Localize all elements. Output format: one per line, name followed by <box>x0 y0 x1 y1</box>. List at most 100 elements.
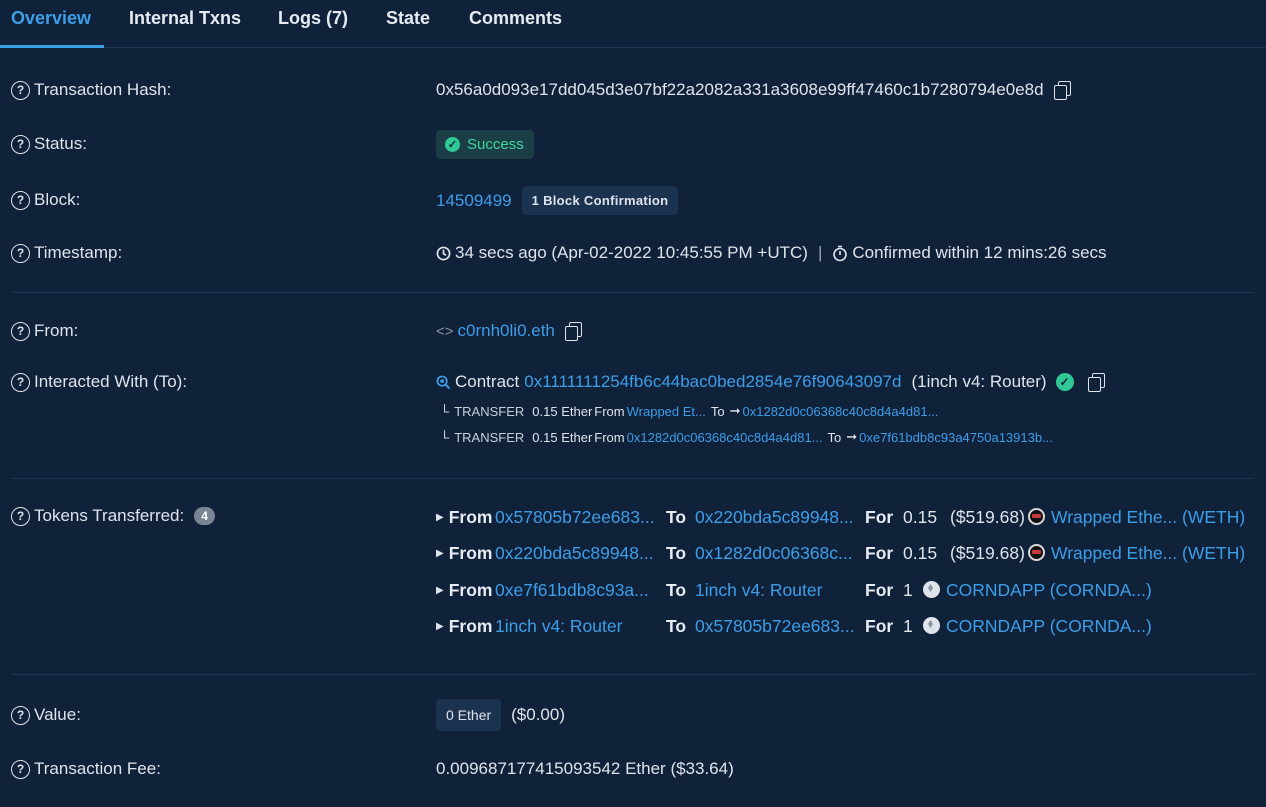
token-to-link[interactable]: 1inch v4: Router <box>695 578 822 602</box>
tab-state[interactable]: State <box>386 8 430 29</box>
timestamp-label: ? Timestamp: <box>11 243 122 263</box>
block-number-link[interactable]: 14509499 <box>436 191 512 211</box>
fee-value: 0.009687177415093542 Ether ($33.64) <box>436 759 734 778</box>
token-amount: 0.15 <box>903 543 938 563</box>
help-icon[interactable]: ? <box>11 134 30 154</box>
fee-value-row: 0.009687177415093542 Ether ($33.64) <box>436 759 734 779</box>
tree-branch-icon: └ <box>440 429 450 445</box>
stopwatch-icon <box>833 245 848 261</box>
status-text: Success <box>467 136 524 153</box>
copy-icon[interactable] <box>1053 81 1071 100</box>
section-divider <box>12 292 1254 293</box>
token-from-link[interactable]: 0x57805b72ee683... <box>495 505 655 529</box>
transfer-from-link[interactable]: 0x1282d0c06368c40c8d4a4d81... <box>627 430 823 445</box>
block-label: ? Block: <box>11 190 80 210</box>
search-contract-icon <box>436 375 451 389</box>
block-value-row: 14509499 1 Block Confirmation <box>436 186 679 215</box>
status-badge: ✓ Success <box>436 130 534 159</box>
caret-right-icon[interactable]: ▶ <box>436 548 444 559</box>
block-confirmation-badge: 1 Block Confirmation <box>521 186 679 215</box>
transfer-from-link[interactable]: Wrapped Et... <box>627 404 706 419</box>
token-usd-value: ($519.68) <box>950 507 1025 527</box>
for-word: For <box>865 507 894 527</box>
from-word: From <box>448 579 493 600</box>
tx-hash-value: 0x56a0d093e17dd045d3e07bf22a2082a331a360… <box>436 80 1044 99</box>
transfer-to-word: To <box>827 429 842 445</box>
token-usd-value: ($519.68) <box>950 543 1025 563</box>
tab-internal-txns[interactable]: Internal Txns <box>129 8 241 29</box>
internal-transfer-2: └ TRANSFER 0.15 Ether From 0x1282d0c0636… <box>440 429 1053 445</box>
help-icon[interactable]: ? <box>11 759 30 779</box>
token-from-link[interactable]: 1inch v4: Router <box>495 614 622 638</box>
to-word: To <box>666 580 687 600</box>
to-word: To <box>666 507 687 527</box>
from-label-text: From: <box>34 321 79 340</box>
token-from-link[interactable]: 0xe7f61bdb8c93a... <box>495 578 649 602</box>
verified-check-icon: ✓ <box>1055 373 1074 391</box>
token-to-link[interactable]: 0x220bda5c89948... <box>695 505 854 529</box>
token-from-link[interactable]: 0x220bda5c89948... <box>495 541 654 565</box>
token-logo-icon <box>923 617 940 634</box>
timestamp-separator: | <box>817 243 823 262</box>
weth-token-icon <box>1028 508 1045 525</box>
token-logo-icon <box>923 581 940 598</box>
help-icon[interactable]: ? <box>11 243 30 263</box>
token-transfer-row: ▶ From 0x220bda5c89948... To 0x1282d0c06… <box>436 541 1256 565</box>
transfer-to-link[interactable]: 0xe7f61bdb8c93a4750a13913b... <box>859 430 1053 445</box>
tree-branch-icon: └ <box>440 403 450 419</box>
arrow-right-icon: ➞ <box>729 403 741 418</box>
value-label-text: Value: <box>34 705 81 724</box>
token-name-link[interactable]: Wrapped Ethe... (WETH) <box>1051 543 1245 563</box>
tokens-label: ? Tokens Transferred: 4 <box>11 506 215 526</box>
transfer-to-link[interactable]: 0x1282d0c06368c40c8d4a4d81... <box>743 404 939 419</box>
tx-hash-label: ? Transaction Hash: <box>11 80 171 100</box>
tab-logs[interactable]: Logs (7) <box>278 8 348 29</box>
status-label-text: Status: <box>34 134 87 153</box>
timestamp-confirmed: Confirmed within 12 mins:26 secs <box>852 243 1107 262</box>
clock-icon <box>436 246 451 260</box>
from-value-row: <> c0rnh0li0.eth <box>436 321 582 341</box>
caret-right-icon[interactable]: ▶ <box>436 512 444 523</box>
from-word: From <box>448 542 493 563</box>
token-amount: 1 <box>903 616 913 636</box>
to-word: To <box>666 543 687 563</box>
token-count-badge: 4 <box>194 507 215 525</box>
tokens-label-text: Tokens Transferred: <box>34 506 185 525</box>
status-value-row: ✓ Success <box>436 130 534 159</box>
help-icon[interactable]: ? <box>11 506 30 526</box>
transfer-from-word: From <box>594 429 625 445</box>
status-label: ? Status: <box>11 134 87 154</box>
token-to-link[interactable]: 0x1282d0c06368c... <box>695 541 853 565</box>
caret-right-icon[interactable]: ▶ <box>436 585 444 596</box>
timestamp-value-row: 34 secs ago (Apr-02-2022 10:45:55 PM +UT… <box>436 243 1107 263</box>
to-word: To <box>666 616 687 636</box>
interacted-value-row: Contract 0x1111111254fb6c44bac0bed2854e7… <box>436 372 1105 392</box>
value-usd: ($0.00) <box>511 705 566 724</box>
token-name-link[interactable]: Wrapped Ethe... (WETH) <box>1051 507 1245 527</box>
token-transfer-row: ▶ From 1inch v4: Router To 0x57805b72ee6… <box>436 614 1256 638</box>
help-icon[interactable]: ? <box>11 372 30 392</box>
token-name-link[interactable]: CORNDAPP (CORNDA...) <box>946 616 1152 636</box>
help-icon[interactable]: ? <box>11 705 30 725</box>
interacted-label: ? Interacted With (To): <box>11 372 187 392</box>
arrow-right-icon: ➞ <box>846 429 858 444</box>
copy-icon[interactable] <box>1087 373 1105 392</box>
help-icon[interactable]: ? <box>11 80 30 100</box>
token-to-link[interactable]: 0x57805b72ee683... <box>695 614 855 638</box>
caret-right-icon[interactable]: ▶ <box>436 621 444 632</box>
help-icon[interactable]: ? <box>11 190 30 210</box>
from-address-link[interactable]: c0rnh0li0.eth <box>458 321 555 341</box>
help-icon[interactable]: ? <box>11 321 30 341</box>
tab-overview[interactable]: Overview <box>11 8 91 29</box>
token-name-link[interactable]: CORNDAPP (CORNDA...) <box>946 580 1152 600</box>
tx-hash-value-row: 0x56a0d093e17dd045d3e07bf22a2082a331a360… <box>436 80 1071 100</box>
code-brackets-icon: <> <box>436 322 454 340</box>
token-amount: 1 <box>903 580 913 600</box>
for-word: For <box>865 580 894 600</box>
contract-address-link[interactable]: 0x1111111254fb6c44bac0bed2854e76f9064309… <box>524 372 901 392</box>
copy-icon[interactable] <box>564 322 582 341</box>
transfer-label: TRANSFER <box>454 403 525 419</box>
tab-comments[interactable]: Comments <box>469 8 562 29</box>
contract-prefix: Contract <box>455 372 520 391</box>
for-word: For <box>865 616 894 636</box>
